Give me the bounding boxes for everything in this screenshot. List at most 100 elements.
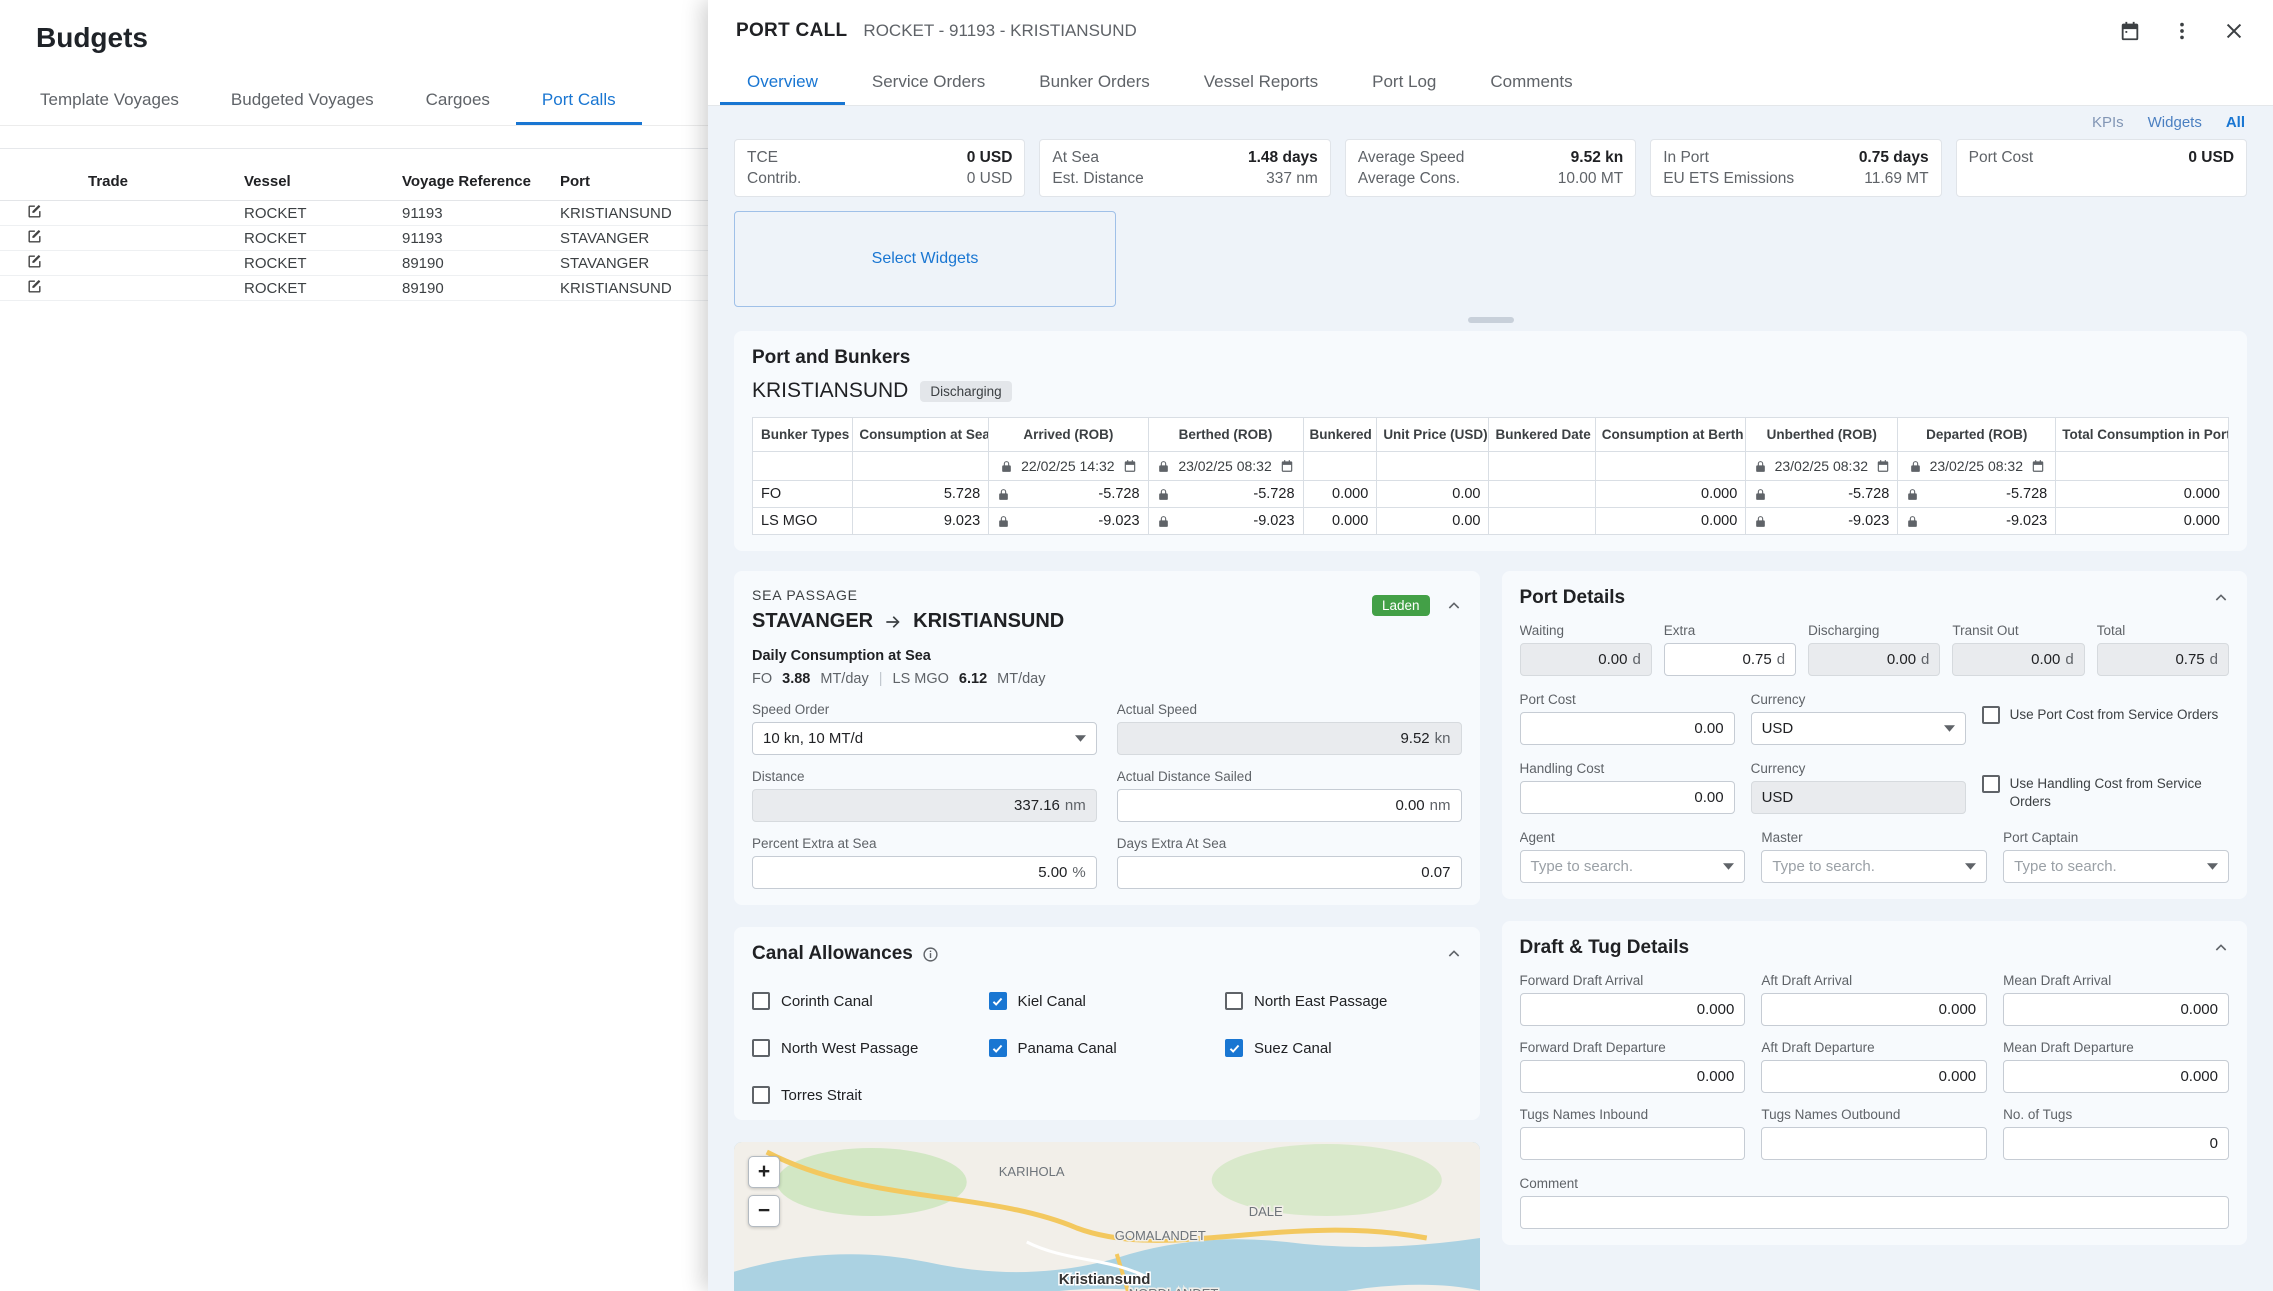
checkbox[interactable] bbox=[989, 1039, 1007, 1057]
arrived-date-cell[interactable]: 22/02/25 14:32 bbox=[989, 452, 1148, 481]
port-captain-select[interactable]: Type to search. bbox=[2003, 850, 2229, 883]
agent-select[interactable]: Type to search. bbox=[1520, 850, 1746, 883]
link-widgets[interactable]: Widgets bbox=[2148, 114, 2202, 131]
lock-icon[interactable] bbox=[1906, 515, 1919, 528]
collapse-chevron-icon[interactable] bbox=[1446, 598, 1462, 614]
master-select[interactable]: Type to search. bbox=[1761, 850, 1987, 883]
consumption-at-sea-cell[interactable]: 9.023 bbox=[853, 508, 989, 535]
link-all[interactable]: All bbox=[2226, 114, 2245, 131]
tab-service-orders[interactable]: Service Orders bbox=[845, 62, 1012, 105]
edit-icon[interactable] bbox=[26, 203, 43, 220]
edit-icon[interactable] bbox=[26, 228, 43, 245]
lock-icon[interactable] bbox=[997, 515, 1010, 528]
canal-suez-canal[interactable]: Suez Canal bbox=[1225, 1039, 1462, 1057]
checkbox[interactable] bbox=[1225, 992, 1243, 1010]
lock-icon[interactable] bbox=[1754, 488, 1767, 501]
calendar-icon[interactable] bbox=[2119, 20, 2141, 42]
mean-draft-arrival-input[interactable]: 0.000 bbox=[2003, 993, 2229, 1026]
tab-cargoes[interactable]: Cargoes bbox=[400, 78, 516, 125]
extra-input[interactable]: 0.75d bbox=[1664, 643, 1796, 676]
departed-rob-cell[interactable]: -9.023 bbox=[1898, 508, 2056, 535]
berthed-rob-cell[interactable]: -5.728 bbox=[1148, 481, 1303, 508]
departed-rob-cell[interactable]: -5.728 bbox=[1898, 481, 2056, 508]
total-consumption-in-port-cell[interactable]: 0.000 bbox=[2056, 481, 2229, 508]
departed-date-cell[interactable]: 23/02/25 08:32 bbox=[1898, 452, 2056, 481]
close-icon[interactable] bbox=[2223, 20, 2245, 42]
lock-icon[interactable] bbox=[1157, 515, 1170, 528]
aft-draft-arrival-input[interactable]: 0.000 bbox=[1761, 993, 1987, 1026]
table-row[interactable]: ROCKET 89190 KRISTIANSUND bbox=[0, 276, 710, 301]
bunkered-cell[interactable]: 0.000 bbox=[1303, 481, 1377, 508]
tab-vessel-reports[interactable]: Vessel Reports bbox=[1177, 62, 1345, 105]
handling-cost-input[interactable]: 0.00 bbox=[1520, 781, 1735, 814]
unit-price-cell[interactable]: 0.00 bbox=[1377, 508, 1489, 535]
lock-icon[interactable] bbox=[1157, 488, 1170, 501]
forward-draft-departure-input[interactable]: 0.000 bbox=[1520, 1060, 1746, 1093]
canal-corinth-canal[interactable]: Corinth Canal bbox=[752, 992, 989, 1010]
bunker-type-cell[interactable]: LS MGO bbox=[753, 508, 853, 535]
forward-draft-arrival-input[interactable]: 0.000 bbox=[1520, 993, 1746, 1026]
consumption-at-berth-cell[interactable]: 0.000 bbox=[1595, 508, 1746, 535]
collapse-chevron-icon[interactable] bbox=[2213, 940, 2229, 956]
lock-icon[interactable] bbox=[1754, 515, 1767, 528]
use-handling-cost-checkbox[interactable]: Use Handling Cost from Service Orders bbox=[1982, 761, 2229, 811]
bunkered-date-cell[interactable] bbox=[1489, 508, 1595, 535]
unit-price-cell[interactable]: 0.00 bbox=[1377, 481, 1489, 508]
table-row[interactable]: ROCKET 91193 STAVANGER bbox=[0, 226, 710, 251]
drag-handle[interactable] bbox=[1468, 317, 1514, 323]
consumption-at-sea-cell[interactable]: 5.728 bbox=[853, 481, 989, 508]
edit-icon[interactable] bbox=[26, 253, 43, 270]
total-consumption-in-port-cell[interactable]: 0.000 bbox=[2056, 508, 2229, 535]
canal-north-west-passage[interactable]: North West Passage bbox=[752, 1039, 989, 1057]
unberthed-rob-cell[interactable]: -9.023 bbox=[1746, 508, 1898, 535]
bunkered-date-cell[interactable] bbox=[1489, 481, 1595, 508]
table-row[interactable]: ROCKET 89190 STAVANGER bbox=[0, 251, 710, 276]
tab-overview[interactable]: Overview bbox=[720, 62, 845, 105]
speed-order-select[interactable]: 10 kn, 10 MT/d bbox=[752, 722, 1097, 755]
aft-draft-departure-input[interactable]: 0.000 bbox=[1761, 1060, 1987, 1093]
canal-torres-strait[interactable]: Torres Strait bbox=[752, 1086, 989, 1104]
checkbox[interactable] bbox=[1225, 1039, 1243, 1057]
map-section[interactable]: + − bbox=[734, 1142, 1480, 1291]
unberthed-date-cell[interactable]: 23/02/25 08:32 bbox=[1746, 452, 1898, 481]
link-kpis[interactable]: KPIs bbox=[2092, 114, 2124, 131]
arrived-rob-cell[interactable]: -5.728 bbox=[989, 481, 1148, 508]
consumption-at-berth-cell[interactable]: 0.000 bbox=[1595, 481, 1746, 508]
canal-kiel-canal[interactable]: Kiel Canal bbox=[989, 992, 1226, 1010]
percent-extra-at-sea-input[interactable]: 5.00 % bbox=[752, 856, 1097, 889]
zoom-in-button[interactable]: + bbox=[748, 1156, 780, 1188]
checkbox[interactable] bbox=[752, 1086, 770, 1104]
checkbox[interactable] bbox=[1982, 775, 2000, 793]
currency-select[interactable]: USD bbox=[1751, 712, 1966, 745]
bunkered-cell[interactable]: 0.000 bbox=[1303, 508, 1377, 535]
comment-input[interactable] bbox=[1520, 1196, 2230, 1229]
bunker-type-cell[interactable]: FO bbox=[753, 481, 853, 508]
tab-comments[interactable]: Comments bbox=[1463, 62, 1599, 105]
actual-distance-sailed-input[interactable]: 0.00 nm bbox=[1117, 789, 1462, 822]
tugs-names-outbound-input[interactable] bbox=[1761, 1127, 1987, 1160]
tab-template-voyages[interactable]: Template Voyages bbox=[14, 78, 205, 125]
info-icon[interactable] bbox=[922, 946, 939, 963]
tab-budgeted-voyages[interactable]: Budgeted Voyages bbox=[205, 78, 400, 125]
lock-icon[interactable] bbox=[997, 488, 1010, 501]
berthed-rob-cell[interactable]: -9.023 bbox=[1148, 508, 1303, 535]
days-extra-at-sea-input[interactable]: 0.07 bbox=[1117, 856, 1462, 889]
checkbox[interactable] bbox=[989, 992, 1007, 1010]
lock-icon[interactable] bbox=[1906, 488, 1919, 501]
tab-bunker-orders[interactable]: Bunker Orders bbox=[1012, 62, 1177, 105]
checkbox[interactable] bbox=[1982, 706, 2000, 724]
collapse-chevron-icon[interactable] bbox=[1446, 946, 1462, 962]
arrived-rob-cell[interactable]: -9.023 bbox=[989, 508, 1148, 535]
checkbox[interactable] bbox=[752, 992, 770, 1010]
checkbox[interactable] bbox=[752, 1039, 770, 1057]
use-port-cost-checkbox[interactable]: Use Port Cost from Service Orders bbox=[1982, 692, 2229, 724]
no-of-tugs-input[interactable]: 0 bbox=[2003, 1127, 2229, 1160]
table-row[interactable]: ROCKET 91193 KRISTIANSUND bbox=[0, 201, 710, 226]
port-cost-input[interactable]: 0.00 bbox=[1520, 712, 1735, 745]
collapse-chevron-icon[interactable] bbox=[2213, 590, 2229, 606]
mean-draft-departure-input[interactable]: 0.000 bbox=[2003, 1060, 2229, 1093]
canal-panama-canal[interactable]: Panama Canal bbox=[989, 1039, 1226, 1057]
unberthed-rob-cell[interactable]: -5.728 bbox=[1746, 481, 1898, 508]
tab-port-calls[interactable]: Port Calls bbox=[516, 78, 642, 125]
edit-icon[interactable] bbox=[26, 278, 43, 295]
